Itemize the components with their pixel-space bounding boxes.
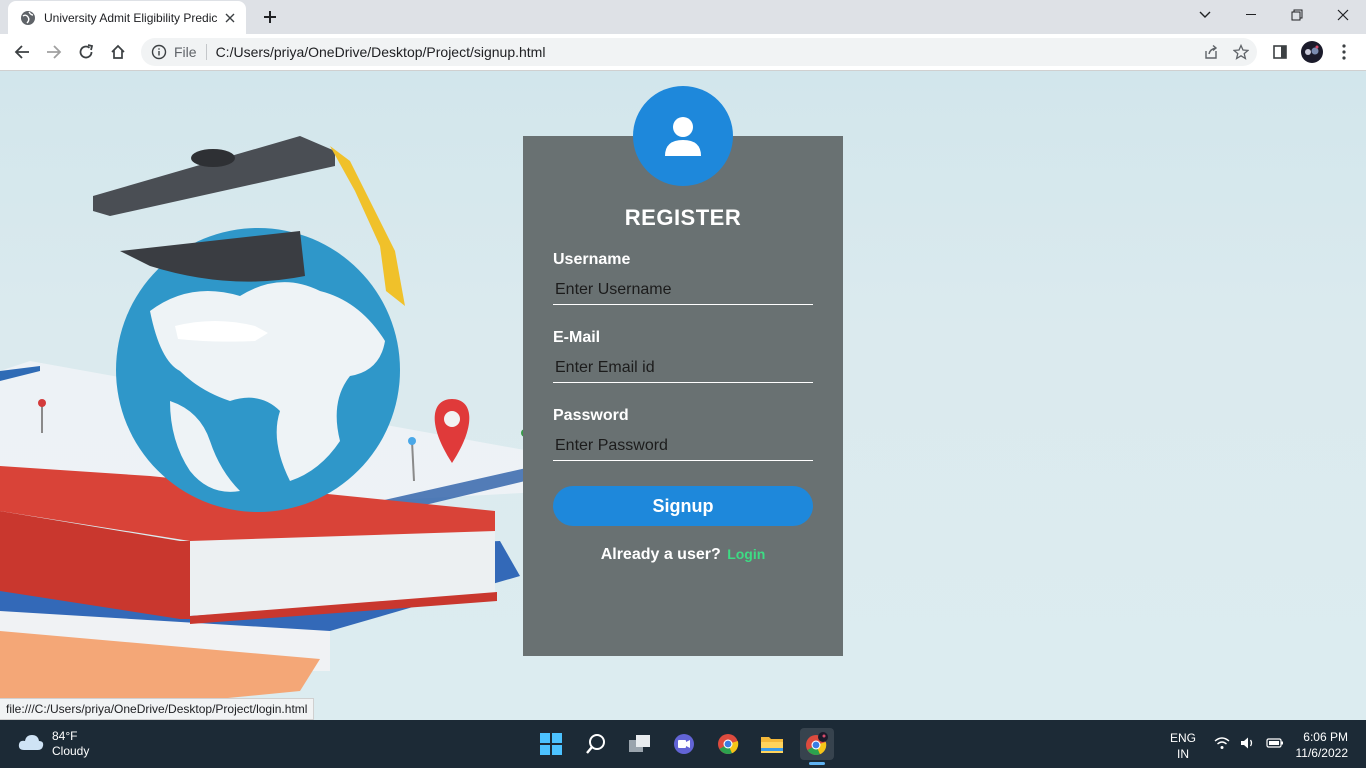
browser-tab[interactable]: University Admit Eligibility Predic bbox=[8, 1, 246, 34]
wifi-icon[interactable] bbox=[1214, 736, 1230, 755]
clock-time: 6:06 PM bbox=[1303, 730, 1348, 744]
home-button[interactable] bbox=[104, 38, 132, 66]
email-label: E-Mail bbox=[553, 329, 601, 346]
login-link[interactable]: Login bbox=[727, 546, 765, 562]
already-user-line: Already a user? Login bbox=[523, 546, 843, 564]
share-icon[interactable] bbox=[1203, 44, 1219, 65]
globe-icon bbox=[20, 10, 36, 26]
already-user-text: Already a user? bbox=[600, 546, 721, 563]
forward-button[interactable] bbox=[40, 38, 68, 66]
browser-tab-bar: University Admit Eligibility Predic bbox=[0, 0, 1366, 34]
minimize-button[interactable] bbox=[1228, 0, 1274, 30]
new-tab-button[interactable] bbox=[256, 5, 284, 29]
chrome-icon[interactable] bbox=[711, 728, 745, 760]
url-separator bbox=[205, 44, 207, 60]
start-icon[interactable] bbox=[534, 728, 568, 760]
username-input[interactable] bbox=[553, 275, 813, 305]
username-label: Username bbox=[553, 251, 631, 268]
status-bar: file:///C:/Users/priya/OneDrive/Desktop/… bbox=[0, 698, 315, 720]
password-input[interactable] bbox=[553, 431, 813, 461]
language-indicator[interactable]: ENG IN bbox=[1170, 730, 1196, 762]
system-tray[interactable] bbox=[1214, 736, 1284, 755]
reload-button[interactable] bbox=[72, 38, 100, 66]
url-scheme: File bbox=[174, 44, 197, 60]
tab-title: University Admit Eligibility Predic bbox=[44, 10, 218, 25]
url-text[interactable]: C:/Users/priya/OneDrive/Desktop/Project/… bbox=[216, 44, 546, 60]
volume-icon[interactable] bbox=[1240, 736, 1256, 755]
back-button[interactable] bbox=[8, 38, 36, 66]
cloud-icon bbox=[18, 733, 44, 756]
search-icon[interactable] bbox=[579, 728, 613, 760]
browser-toolbar: File C:/Users/priya/OneDrive/Desktop/Pro… bbox=[0, 34, 1366, 71]
info-icon[interactable] bbox=[151, 44, 167, 60]
user-avatar-icon bbox=[633, 86, 733, 186]
clock[interactable]: 6:06 PM 11/6/2022 bbox=[1290, 729, 1349, 761]
restore-button[interactable] bbox=[1274, 0, 1320, 30]
tab-search-icon[interactable] bbox=[1182, 0, 1228, 30]
password-label: Password bbox=[553, 407, 629, 424]
profile-avatar-icon[interactable] bbox=[1298, 38, 1326, 66]
email-input[interactable] bbox=[553, 353, 813, 383]
region-code: IN bbox=[1177, 747, 1189, 761]
close-tab-icon[interactable] bbox=[222, 10, 238, 26]
more-menu-icon[interactable] bbox=[1330, 38, 1358, 66]
language-code: ENG bbox=[1170, 731, 1197, 745]
file-explorer-icon[interactable] bbox=[755, 728, 789, 760]
close-window-button[interactable] bbox=[1320, 0, 1366, 30]
register-heading: REGISTER bbox=[624, 205, 742, 230]
active-app-indicator bbox=[809, 762, 825, 765]
teams-chat-icon[interactable] bbox=[667, 728, 701, 760]
weather-widget[interactable]: 84°F Cloudy bbox=[18, 729, 89, 759]
clock-date: 11/6/2022 bbox=[1295, 746, 1349, 760]
address-bar[interactable]: File C:/Users/priya/OneDrive/Desktop/Pro… bbox=[141, 38, 1257, 66]
bookmark-star-icon[interactable] bbox=[1232, 43, 1250, 65]
chrome-profile-icon[interactable] bbox=[800, 728, 834, 760]
weather-temp: 84°F bbox=[52, 729, 78, 743]
taskbar: 84°F Cloudy ENG IN 6:06 PM 11/6/2022 bbox=[0, 720, 1366, 768]
weather-condition: Cloudy bbox=[52, 744, 90, 758]
battery-icon[interactable] bbox=[1266, 736, 1284, 755]
task-view-icon[interactable] bbox=[623, 728, 657, 760]
side-panel-icon[interactable] bbox=[1266, 38, 1294, 66]
signup-button[interactable]: Signup bbox=[553, 486, 813, 526]
